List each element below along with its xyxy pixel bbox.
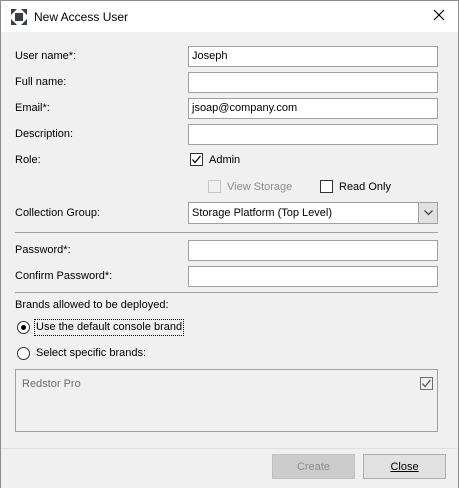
username-label: User name*: — [15, 50, 77, 62]
checkmark-icon — [422, 379, 431, 388]
window-title: New Access User — [34, 10, 129, 24]
fullname-label: Full name: — [15, 76, 67, 88]
specific-brands-label: Select specific brands: — [36, 347, 147, 359]
create-button[interactable]: Create — [272, 454, 355, 479]
brand-item-checkbox[interactable] — [420, 377, 433, 390]
close-window-button[interactable] — [421, 2, 457, 31]
collection-group-label: Collection Group: — [15, 207, 100, 219]
view-storage-checkbox[interactable] — [208, 180, 221, 193]
email-field[interactable]: jsoap@company.com — [188, 98, 438, 119]
read-only-label: Read Only — [339, 181, 391, 193]
fullname-field[interactable] — [188, 72, 438, 93]
brands-list: Redstor Pro — [15, 369, 438, 432]
close-button-label: Close — [390, 460, 419, 473]
brand-item-label: Redstor Pro — [22, 378, 81, 390]
close-button[interactable]: Close — [363, 454, 446, 479]
collection-group-value: Storage Platform (Top Level) — [192, 207, 333, 219]
new-access-user-dialog: New Access User User name*: Joseph Full … — [0, 0, 459, 488]
checkmark-icon — [192, 155, 201, 164]
password-field[interactable] — [188, 240, 438, 261]
confirm-password-label: Confirm Password*: — [15, 270, 113, 282]
confirm-password-field[interactable] — [188, 266, 438, 287]
password-label: Password*: — [15, 244, 71, 256]
default-brand-label: Use the default console brand — [36, 321, 183, 333]
separator — [15, 292, 438, 293]
specific-brands-radio[interactable] — [17, 347, 30, 360]
form-content: User name*: Joseph Full name: Email*: js… — [1, 32, 458, 448]
admin-checkbox[interactable] — [190, 153, 203, 166]
dialog-footer: Create Close — [1, 448, 458, 488]
app-icon — [11, 9, 27, 25]
brands-heading: Brands allowed to be deployed: — [15, 299, 169, 311]
read-only-checkbox[interactable] — [320, 180, 333, 193]
description-field[interactable] — [188, 124, 438, 145]
dropdown-button[interactable] — [418, 203, 437, 223]
title-bar: New Access User — [1, 1, 458, 32]
username-field[interactable]: Joseph — [188, 46, 438, 67]
email-label: Email*: — [15, 102, 50, 114]
close-icon — [433, 9, 445, 24]
chevron-down-icon — [423, 210, 433, 216]
role-label: Role: — [15, 154, 41, 166]
radio-selected-dot — [21, 325, 26, 330]
collection-group-select[interactable]: Storage Platform (Top Level) — [188, 202, 438, 224]
description-label: Description: — [15, 128, 74, 140]
admin-label: Admin — [209, 154, 241, 166]
view-storage-label: View Storage — [227, 181, 293, 193]
separator — [15, 232, 438, 233]
default-brand-radio[interactable] — [17, 321, 30, 334]
